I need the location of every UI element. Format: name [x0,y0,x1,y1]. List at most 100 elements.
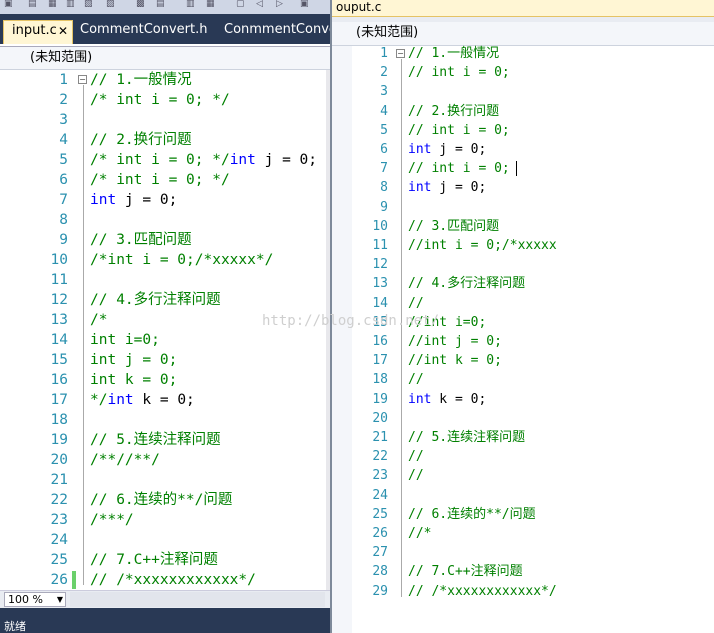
code-line[interactable]: 19 // 5.连续注释问题 [0,430,326,450]
line-number: 22 [372,449,388,465]
code-line[interactable]: 28 // 7.C++注释问题 [332,562,714,582]
window-title-text: ouput.c [336,0,382,14]
toolbar-icon[interactable]: ▧ [84,0,94,9]
code-line[interactable]: 20 [332,409,714,429]
code-line[interactable]: 25 // 6.连续的**/问题 [332,505,714,525]
code-line[interactable]: 26 // /*xxxxxxxxxxxx*/ [0,570,326,590]
code-line[interactable]: 11 [0,270,326,290]
code-line[interactable]: 23 /***/ [0,510,326,530]
code-line[interactable]: 3 [0,110,326,130]
code-line[interactable]: 17 //int k = 0; [332,351,714,371]
toolbar-icon[interactable]: ▢ [236,0,246,9]
comment-token: // /*xxxxxxxxxxxx*/ [408,583,557,599]
code-line[interactable]: 7 // int i = 0; [332,159,714,179]
code-line[interactable]: 13 // 4.多行注释问题 [332,274,714,294]
tab-close-icon[interactable]: ✕ [58,21,68,41]
code-line[interactable]: 19 int k = 0; [332,390,714,410]
keyword-token: int [408,391,432,407]
code-line[interactable]: 1 // 1.一般情况 [0,70,326,90]
code-line[interactable]: 24 [332,486,714,506]
zoom-dropdown[interactable]: 100 % ▼ [4,592,66,607]
line-number: 5 [380,122,388,138]
code-line[interactable]: 15 int j = 0; [0,350,326,370]
line-number: 2 [380,65,388,81]
tab-conmmentconver[interactable]: ConmmentConver [216,20,330,44]
toolbar-icon[interactable]: ▷ [276,0,286,9]
code-text: */int k = 0; [90,390,195,410]
code-line[interactable]: 10 /*int i = 0;/*xxxxx*/ [0,250,326,270]
toolbar-icon[interactable]: ▨ [106,0,116,9]
comment-token: // [408,468,424,484]
toolbar-icon[interactable]: ▣ [300,0,310,9]
code-line[interactable]: 9 [332,198,714,218]
zoom-value: 100 % [8,593,43,606]
code-line[interactable]: 16 //int j = 0; [332,332,714,352]
code-line[interactable]: 27 [332,543,714,563]
comment-token: // 4.多行注释问题 [90,292,221,308]
code-line[interactable]: 8 [0,210,326,230]
code-line[interactable]: 6 int j = 0; [332,140,714,160]
change-marker [72,571,76,589]
code-line[interactable]: 7 int j = 0; [0,190,326,210]
code-line[interactable]: 9 // 3.匹配问题 [0,230,326,250]
line-number: 24 [50,532,68,548]
toolbar-icon[interactable]: ▤ [156,0,166,9]
code-line[interactable]: 17 */int k = 0; [0,390,326,410]
code-line[interactable]: 6 /* int i = 0; */ [0,170,326,190]
tab-commentconvert-h[interactable]: CommentConvert.h [72,20,207,44]
scope-dropdown[interactable]: (未知范围) [0,46,330,70]
fold-collapse-icon[interactable]: − [78,75,87,84]
keyword-token: int [90,192,117,208]
code-line[interactable]: 18 [0,410,326,430]
code-line[interactable]: 12 // 4.多行注释问题 [0,290,326,310]
horizontal-scrollbar[interactable] [70,592,325,607]
code-line[interactable]: 23 // [332,466,714,486]
code-line[interactable]: 14 int i=0; [0,330,326,350]
code-line[interactable]: 4 // 2.换行问题 [0,130,326,150]
toolbar-icon[interactable]: ▤ [28,0,38,9]
code-line[interactable]: 29 // /*xxxxxxxxxxxx*/ [332,582,714,602]
line-number: 21 [372,430,388,445]
code-line[interactable]: 25 // 7.C++注释问题 [0,550,326,570]
code-text: //int k = 0; [408,351,502,370]
code-line[interactable]: 22 // 6.连续的**/问题 [0,490,326,510]
toolbar-icon[interactable]: ▩ [136,0,146,9]
toolbar-icon[interactable]: ▦ [48,0,58,9]
toolbar-icon[interactable]: ▥ [66,0,76,9]
code-line[interactable]: 1 // 1.一般情况 [332,44,714,64]
code-line[interactable]: 14 // [332,294,714,314]
code-line[interactable]: 24 [0,530,326,550]
code-line[interactable]: 2 /* int i = 0; */ [0,90,326,110]
code-line[interactable]: 22 // [332,447,714,467]
fold-collapse-icon[interactable]: − [396,49,405,58]
code-line[interactable]: 5 /* int i = 0; */int j = 0; [0,150,326,170]
toolbar-icon[interactable]: ◁ [256,0,266,9]
code-line[interactable]: 11 //int i = 0;/*xxxxx [332,236,714,256]
code-line[interactable]: 18 // [332,370,714,390]
code-line[interactable]: 8 int j = 0; [332,178,714,198]
comment-token: // 5.连续注释问题 [408,430,526,445]
right-code-editor[interactable]: 1 // 1.一般情况 2 // int i = 0; 3 4 // 2.换行问题 5 // i… [332,42,714,633]
tab-input-c[interactable]: input.c ✕ [3,20,73,44]
code-line[interactable]: 26 //* [332,524,714,544]
code-line[interactable]: 21 // 5.连续注释问题 [332,428,714,448]
code-line[interactable]: 4 // 2.换行问题 [332,102,714,122]
left-code-editor[interactable]: 1 // 1.一般情况 2 /* int i = 0; */ 3 4 // 2.换行问题 5 /… [0,70,326,590]
code-text: // 7.C++注释问题 [408,562,523,581]
dropdown-arrow-icon[interactable]: ▼ [57,593,63,606]
code-line[interactable]: 2 // int i = 0; [332,63,714,83]
code-line[interactable]: 21 [0,470,326,490]
toolbar-icon[interactable]: ▦ [206,0,216,9]
toolbar-icon[interactable]: ▣ [4,0,14,9]
line-number: 16 [50,372,68,388]
code-line[interactable]: 5 // int i = 0; [332,121,714,141]
code-line[interactable]: 20 /**//**/ [0,450,326,470]
code-text: //int j = 0; [408,332,502,351]
code-line[interactable]: 16 int k = 0; [0,370,326,390]
code-line[interactable]: 10 // 3.匹配问题 [332,217,714,237]
code-line[interactable]: 3 [332,82,714,102]
toolbar-icon[interactable]: ▥ [186,0,196,9]
code-line[interactable]: 12 [332,255,714,275]
code-text: //int i = 0;/*xxxxx [408,236,557,255]
line-number: 26 [372,526,388,541]
